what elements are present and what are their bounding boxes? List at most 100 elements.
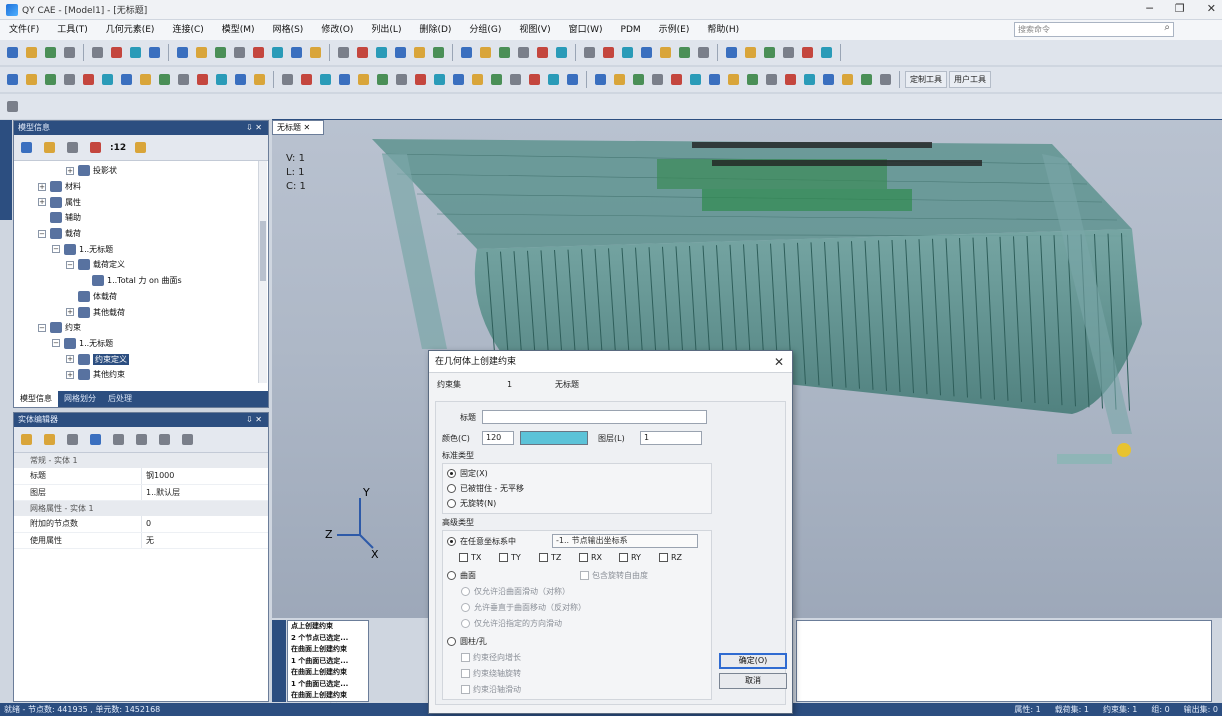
dof-checkbox[interactable] (579, 552, 588, 562)
toolbar-tool-icon[interactable] (374, 71, 391, 88)
category-icon[interactable] (87, 431, 104, 448)
toolbar-tool-icon[interactable] (392, 44, 409, 61)
toolbar-tool-icon[interactable] (744, 71, 761, 88)
prop-group-general[interactable]: 常规 - 实体 1 (14, 453, 268, 468)
toolbar-tool-icon[interactable] (89, 44, 106, 61)
toolbar-tool-icon[interactable] (175, 71, 192, 88)
cancel-button[interactable]: 取消 (719, 673, 787, 689)
toolbar-tool-icon[interactable] (818, 44, 835, 61)
toolbar-tool-icon[interactable] (839, 71, 856, 88)
folder-icon[interactable] (41, 431, 58, 448)
tree-expand-icon[interactable]: − (38, 323, 46, 332)
toolbar-tool-icon[interactable] (335, 44, 352, 61)
toolbar-tool-icon[interactable] (450, 71, 467, 88)
lock-icon[interactable] (18, 431, 35, 448)
menu-item[interactable]: 视图(V) (510, 20, 559, 40)
toolbar-tool-icon[interactable] (174, 44, 191, 61)
tree-item[interactable]: 1..Total 力 on 曲面s (14, 273, 268, 289)
toolbar-tool-icon[interactable] (307, 44, 324, 61)
toolbar-tool-icon[interactable] (118, 71, 135, 88)
side-dock-strip[interactable] (0, 120, 12, 220)
toolbar-tool-icon[interactable] (649, 71, 666, 88)
cylinder-radio[interactable] (447, 636, 456, 646)
close-button[interactable]: ✕ (1207, 2, 1216, 15)
tree-item[interactable]: − 1..无标题 (14, 241, 268, 257)
sub-option-checkbox[interactable] (461, 684, 470, 694)
property-value[interactable]: 钢1000 (142, 468, 174, 484)
property-row[interactable]: 使用属性无 (14, 532, 268, 549)
toolbar-tool-icon[interactable] (430, 44, 447, 61)
menu-item[interactable]: 窗口(W) (560, 20, 612, 40)
sub-option-checkbox[interactable] (461, 668, 470, 678)
toolbar-tool-icon[interactable] (725, 71, 742, 88)
toolbar-tool-icon[interactable] (742, 44, 759, 61)
property-row[interactable]: 图层 1..默认层 (14, 484, 268, 501)
dof-item[interactable]: RZ (659, 552, 699, 562)
dof-checkbox[interactable] (499, 552, 508, 562)
layer-input[interactable]: 1 (640, 431, 702, 445)
toolbar-tool-icon[interactable] (515, 44, 532, 61)
tree-item[interactable]: − 载荷 (14, 226, 268, 242)
toolbar-tool-icon[interactable] (251, 71, 268, 88)
toolbar-tool-icon[interactable] (564, 71, 581, 88)
toolbar-tool-icon[interactable] (42, 71, 59, 88)
menu-item[interactable]: 删除(D) (410, 20, 460, 40)
menu-item[interactable]: 分组(G) (460, 20, 510, 40)
toolbar-tool-icon[interactable] (194, 71, 211, 88)
toolbar-tool-icon[interactable] (545, 71, 562, 88)
property-row[interactable]: 附加的节点数 0 (14, 516, 268, 533)
toolbar-tool-icon[interactable] (317, 71, 334, 88)
surface-radio[interactable] (447, 570, 456, 580)
toolbar-tool-icon[interactable] (761, 44, 778, 61)
toolbar-tool-icon[interactable] (146, 44, 163, 61)
menu-item[interactable]: 几何元素(E) (97, 20, 164, 40)
toolbar-tool-icon[interactable] (477, 44, 494, 61)
custom-tools-button[interactable]: 定制工具 (905, 71, 947, 88)
sub-option-radio[interactable] (461, 618, 470, 628)
minimize-button[interactable]: ─ (1146, 2, 1153, 15)
model-pane-tab[interactable]: 后处理 (102, 391, 138, 407)
pane-pin-close[interactable]: ⇩ ✕ (246, 413, 262, 427)
toolbar-tool-icon[interactable] (706, 71, 723, 88)
tree-item[interactable]: 辅助 (14, 210, 268, 226)
toolbar-tool-icon[interactable] (668, 71, 685, 88)
toolbar-tool-icon[interactable] (723, 44, 740, 61)
toolbar-tool-icon[interactable] (232, 71, 249, 88)
sub-option-checkbox[interactable] (461, 652, 470, 662)
toolbar-tool-icon[interactable] (469, 71, 486, 88)
toolbar-tool-icon[interactable] (638, 44, 655, 61)
user-tools-button[interactable]: 用户工具 (949, 71, 991, 88)
tree-item[interactable]: + 投影状 (14, 163, 268, 179)
tree-copy-icon[interactable] (64, 139, 81, 156)
toolbar-tool-icon[interactable] (298, 71, 315, 88)
toolbar-tool-icon[interactable] (231, 44, 248, 61)
toolbar-tool-icon[interactable] (600, 44, 617, 61)
toolbar-tool-icon[interactable] (23, 71, 40, 88)
tree-expand-icon[interactable]: + (66, 166, 74, 175)
toolbar-tool-icon[interactable] (269, 44, 286, 61)
no-rotation-radio[interactable] (447, 499, 456, 508)
help-icon[interactable] (179, 431, 196, 448)
toolbar-tool-icon[interactable] (782, 71, 799, 88)
tree-expand-icon[interactable]: + (66, 355, 74, 364)
dof-checkbox[interactable] (619, 552, 628, 562)
search-icon[interactable]: ⌕ (1164, 22, 1170, 33)
toolbar-tool-icon[interactable] (877, 71, 894, 88)
color-swatch[interactable] (520, 431, 588, 445)
tree-item[interactable]: − 约束 (14, 320, 268, 336)
toolbar-tool-icon[interactable] (611, 71, 628, 88)
toolbar-tool-icon[interactable] (780, 44, 797, 61)
toolbar-tool-icon[interactable] (526, 71, 543, 88)
tree-item[interactable]: − 载荷定义 (14, 257, 268, 273)
dof-checkbox[interactable] (539, 552, 548, 562)
toolbar-tool-icon[interactable] (355, 71, 372, 88)
toolbar-tool-icon[interactable] (156, 71, 173, 88)
toolbar-tool-icon[interactable] (496, 44, 513, 61)
coord-system-select[interactable]: -1.. 节点输出坐标系 (552, 534, 698, 548)
toolbar-tool-icon[interactable] (61, 44, 78, 61)
model-pane-tab[interactable]: 模型信息 (14, 391, 58, 407)
prop-group-mesh[interactable]: 网格属性 - 实体 1 (14, 501, 268, 516)
tree-expand-icon[interactable]: + (66, 370, 74, 379)
tree-item[interactable]: + 其他约束 (14, 367, 268, 383)
maximize-button[interactable]: ❐ (1175, 2, 1185, 15)
